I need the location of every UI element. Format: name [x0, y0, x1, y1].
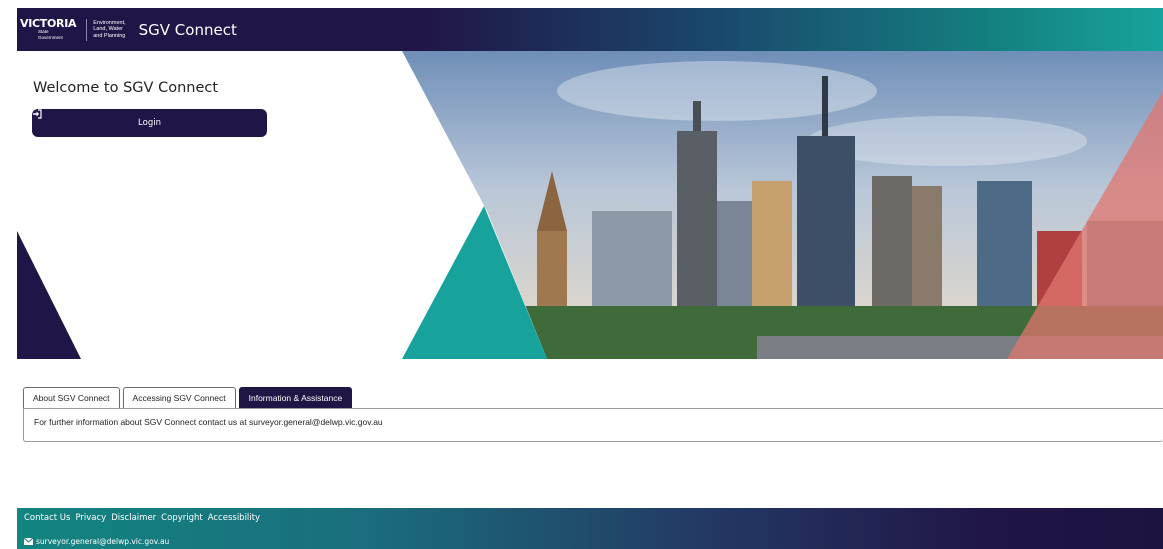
logo-sub-line-2: Government	[38, 35, 63, 40]
site-header: VICTORIA State Government Environment, L…	[17, 8, 1163, 51]
login-button-label: Login	[138, 118, 161, 128]
footer-link-copyright[interactable]: Copyright	[161, 513, 203, 523]
footer-link-disclaimer[interactable]: Disclaimer	[111, 513, 156, 523]
footer-email-link[interactable]: surveyor.general@delwp.vic.gov.au	[24, 537, 169, 546]
department-line-2: Land, Water	[93, 26, 123, 33]
tab-accessing-sgv-connect[interactable]: Accessing SGV Connect	[122, 387, 236, 408]
tab-panel-content: For further information about SGV Connec…	[23, 408, 1163, 442]
tab-information-assistance[interactable]: Information & Assistance	[238, 387, 353, 408]
footer-links: Contact Us Privacy Disclaimer Copyright …	[24, 513, 260, 523]
victoria-government-logo[interactable]: VICTORIA State Government	[20, 17, 77, 41]
app-title[interactable]: SGV Connect	[139, 21, 237, 39]
sign-in-icon	[33, 109, 42, 119]
welcome-heading: Welcome to SGV Connect	[33, 80, 219, 96]
footer-link-privacy[interactable]: Privacy	[75, 513, 106, 523]
tab-about-sgv-connect[interactable]: About SGV Connect	[23, 387, 120, 408]
department-name: Environment, Land, Water and Planning	[93, 20, 125, 39]
hero-banner: Welcome to SGV Connect Login	[17, 51, 1163, 359]
envelope-icon	[24, 538, 33, 545]
logo-wordmark: VICTORIA	[20, 17, 77, 31]
footer-link-accessibility[interactable]: Accessibility	[208, 513, 260, 523]
info-tabs: About SGV Connect Accessing SGV Connect …	[23, 387, 353, 408]
login-button[interactable]: Login	[32, 109, 267, 137]
navy-triangle	[17, 231, 81, 359]
department-line-3: and Planning	[93, 32, 126, 39]
hero-graphic	[17, 51, 1163, 359]
footer-email-text: surveyor.general@delwp.vic.gov.au	[36, 537, 170, 546]
site-footer: Contact Us Privacy Disclaimer Copyright …	[17, 508, 1163, 549]
footer-link-contact-us[interactable]: Contact Us	[24, 513, 70, 523]
logo-divider	[86, 18, 88, 41]
